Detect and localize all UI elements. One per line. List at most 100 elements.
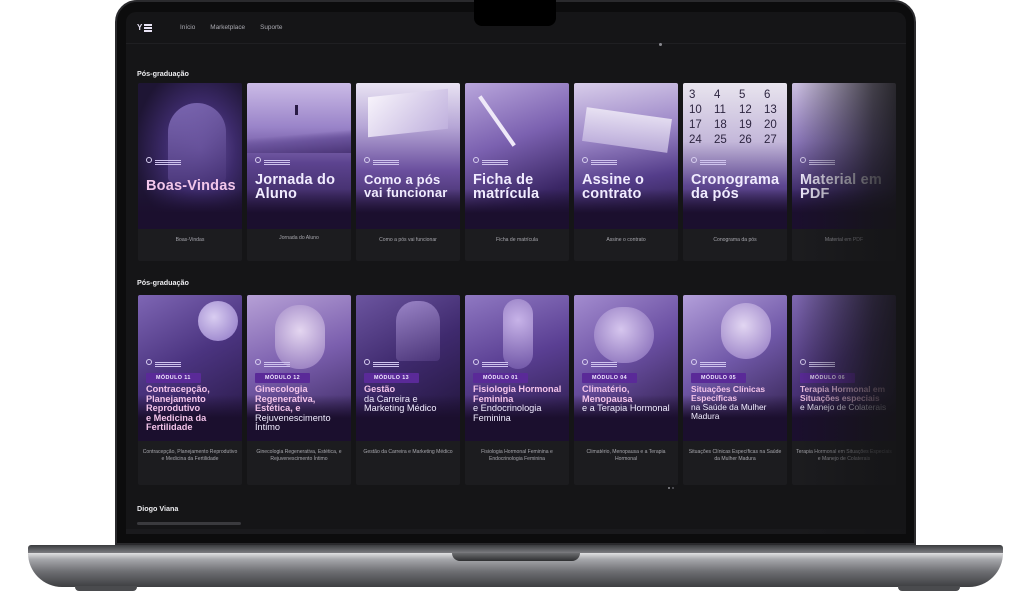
course-card[interactable]: Ficha de matrícula Ficha de matrícula	[465, 83, 569, 261]
card-thumbnail: MÓDULO 04 Climatério, Menopausa e a Terap…	[574, 295, 678, 441]
laptop-foot	[898, 586, 960, 591]
app-screen: Y Início Marketplace Suporte Pós-graduaç…	[126, 12, 906, 534]
brand-mark-icon	[255, 157, 290, 163]
calendar-day: 10	[689, 104, 702, 116]
calendar-day: 20	[764, 119, 777, 131]
module-badge: MÓDULO 06	[800, 373, 856, 383]
section-title: Pós-graduação	[137, 69, 189, 78]
module-badge: MÓDULO 05	[691, 373, 747, 383]
brand-mark-icon	[800, 157, 835, 163]
module-badge: MÓDULO 11	[146, 373, 201, 383]
brand-mark-icon	[473, 157, 508, 163]
laptop-groove	[452, 553, 580, 561]
course-card[interactable]: Assine o contrato Assine o contrato	[574, 83, 678, 261]
carousel-indicator	[672, 487, 674, 489]
calendar-day: 13	[764, 104, 777, 116]
card-thumbnail: MÓDULO 12 Ginecologia Regenerativa, Esté…	[247, 295, 351, 441]
brand-mark-icon	[146, 359, 181, 365]
calendar-day: 26	[739, 134, 752, 146]
calendar-day: 12	[739, 104, 752, 116]
carousel-indicator	[659, 43, 662, 46]
calendar-day: 18	[714, 119, 727, 131]
module-card[interactable]: MÓDULO 12 Ginecologia Regenerativa, Esté…	[247, 295, 351, 485]
brand-logo[interactable]: Y	[137, 22, 154, 34]
card-caption: Fisiologia Hormonal Feminina e Endocrino…	[481, 449, 553, 462]
brand-mark-icon	[582, 157, 617, 163]
card-title: Ficha de matrícula	[473, 172, 540, 202]
calendar-day: 17	[689, 119, 702, 131]
section-title: Pós-graduação	[137, 278, 189, 287]
nav-link-marketplace[interactable]: Marketplace	[210, 24, 245, 31]
brand-mark-icon	[800, 359, 835, 365]
card-thumbnail: Ficha de matrícula	[465, 83, 569, 229]
card-thumbnail: Jornada do Aluno	[247, 83, 351, 229]
card-thumbnail: Material em PDF	[792, 83, 896, 229]
carousel-indicator	[668, 487, 670, 489]
card-caption: Situações Clínicas Específicas na Saúde …	[688, 449, 782, 462]
nav-link-inicio[interactable]: Início	[180, 24, 195, 31]
horizontal-scrollbar[interactable]	[137, 522, 241, 525]
card-thumbnail: Assine o contrato	[574, 83, 678, 229]
module-card[interactable]: MÓDULO 06 Terapia Hormonal em Situações …	[792, 295, 896, 485]
module-title: Contracepção, Planejamento Reprodutivo e …	[146, 384, 210, 433]
card-caption: Jornada do Aluno	[279, 235, 319, 241]
module-card[interactable]: MÓDULO 04 Climatério, Menopausa e a Terap…	[574, 295, 678, 485]
card-thumbnail: Boas-Vindas	[138, 83, 242, 229]
card-thumbnail: MÓDULO 06 Terapia Hormonal em Situações …	[792, 295, 896, 441]
module-badge: MÓDULO 13	[364, 373, 420, 383]
scroll-track	[126, 529, 906, 534]
calendar-day: 3	[689, 89, 696, 101]
module-card[interactable]: MÓDULO 05 Situações Clínicas Específicas…	[683, 295, 787, 485]
card-title: Cronograma da pós	[691, 172, 780, 202]
card-caption: Material em PDF	[824, 237, 864, 243]
module-badge: MÓDULO 12	[255, 373, 311, 383]
module-title: Terapia Hormonal em Situações especiais e…	[800, 384, 887, 412]
card-thumbnail: MÓDULO 05 Situações Clínicas Específicas…	[683, 295, 787, 441]
card-caption: Contracepção, Planejamento Reprodutivo e…	[142, 449, 238, 462]
module-badge: MÓDULO 01	[473, 373, 529, 383]
brand-mark-icon	[364, 157, 399, 163]
calendar-day: 24	[689, 134, 702, 146]
calendar-day: 6	[764, 89, 771, 101]
camera-notch	[474, 0, 556, 26]
card-thumbnail: MÓDULO 11 Contracepção, Planejamento Rep…	[138, 295, 242, 441]
calendar-day: 4	[714, 89, 721, 101]
module-card[interactable]: MÓDULO 11 Contracepção, Planejamento Rep…	[138, 295, 242, 485]
calendar-day: 19	[739, 119, 752, 131]
module-badge: MÓDULO 04	[582, 373, 638, 383]
module-title: Gestão da Carreira e Marketing Médico	[364, 384, 437, 414]
laptop-mockup: Y Início Marketplace Suporte Pós-graduaç…	[0, 0, 1031, 598]
card-title: Jornada do Aluno	[255, 172, 336, 202]
card-caption: Conograma da pós	[713, 237, 757, 243]
module-card[interactable]: MÓDULO 13 Gestão da Carreira e Marketing …	[356, 295, 460, 485]
card-caption: Ficha de matrícula	[496, 237, 538, 243]
module-title: Situações Clínicas Específicas na Saúde d…	[691, 384, 767, 421]
laptop-foot	[75, 586, 137, 591]
course-card[interactable]: Boas-Vindas Boas-Vindas	[138, 83, 242, 261]
card-title: Como a pós vai funcionar	[364, 172, 448, 200]
course-row-intro: Boas-Vindas Boas-Vindas Jornada do Aluno…	[138, 83, 896, 261]
brand-mark-icon	[582, 359, 617, 365]
brand-mark-icon	[364, 359, 399, 365]
nav-link-suporte[interactable]: Suporte	[260, 24, 282, 31]
brand-mark-icon	[691, 157, 726, 163]
course-card[interactable]: Jornada do Aluno Jornada do Aluno	[247, 83, 351, 261]
card-caption: Gestão da Carreira e Marketing Médico	[363, 449, 453, 455]
module-title: Climatério, Menopausa e a Terapia Hormona…	[582, 384, 670, 414]
card-thumbnail: 3 4 5 6 10 11 12 13 17 18 19 20 24 25 26 27 Cronograma …	[683, 83, 787, 229]
course-card[interactable]: Material em PDF Material em PDF	[792, 83, 896, 261]
card-thumbnail: MÓDULO 13 Gestão da Carreira e Marketing …	[356, 295, 460, 441]
course-card[interactable]: 3 4 5 6 10 11 12 13 17 18 19 20 24 25 26 27 Cronograma …	[683, 83, 787, 261]
card-caption: Assine o contrato	[606, 237, 646, 243]
module-card[interactable]: MÓDULO 01 Fisiologia Hormonal Feminina e …	[465, 295, 569, 485]
card-title: Material em PDF	[800, 172, 882, 202]
brand-mark-icon	[146, 157, 181, 163]
calendar-illustration: 3 4 5 6 10 11 12 13 17 18 19 20 24 25 26 27	[689, 89, 787, 146]
card-thumbnail: Como a pós vai funcionar	[356, 83, 460, 229]
card-caption: Boas-Vindas	[175, 237, 205, 243]
card-caption: Como a pós vai funcionar	[379, 237, 437, 243]
calendar-day: 11	[714, 104, 726, 116]
card-caption: Ginecologia Regenerativa, Estética, e Re…	[256, 449, 342, 462]
card-thumbnail: MÓDULO 01 Fisiologia Hormonal Feminina e …	[465, 295, 569, 441]
course-card[interactable]: Como a pós vai funcionar Como a pós vai …	[356, 83, 460, 261]
